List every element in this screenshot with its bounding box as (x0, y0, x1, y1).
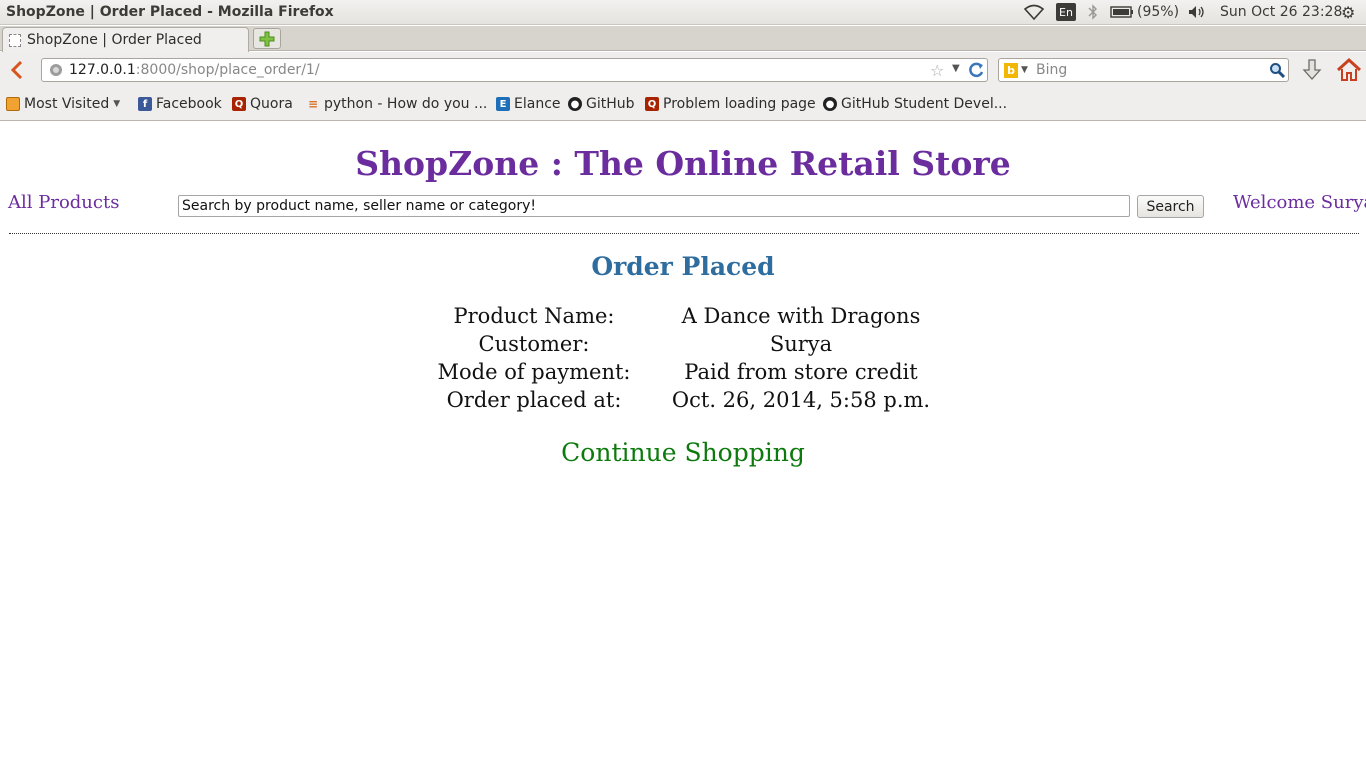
bookmark-label: Facebook (156, 96, 222, 112)
bookmark-facebook[interactable]: f Facebook (138, 96, 222, 112)
plus-icon (259, 31, 275, 46)
battery-percent: (95%) (1137, 4, 1180, 20)
engine-dropdown-icon[interactable]: ▼ (1021, 65, 1028, 75)
detail-value: Oct. 26, 2014, 5:58 p.m. (671, 388, 931, 412)
back-arrow-icon (10, 60, 23, 80)
keyboard-language-indicator[interactable]: En (1056, 3, 1076, 21)
battery-icon (1110, 6, 1133, 18)
order-detail-row: Product Name: A Dance with Dragons (0, 304, 1366, 332)
bookmark-label: python - How do you ... (324, 96, 488, 112)
detail-value: Surya (769, 332, 833, 356)
product-search-input[interactable] (178, 195, 1130, 217)
address-bar[interactable]: 127.0.0.1:8000/shop/place_order/1/ ☆ ▼ (41, 58, 988, 82)
bookmark-problem-loading[interactable]: Q Problem loading page (645, 96, 816, 112)
gear-icon[interactable]: ⚙ (1341, 3, 1359, 22)
order-detail-row: Order placed at: Oct. 26, 2014, 5:58 p.m… (0, 388, 1366, 416)
github-icon: ● (568, 97, 582, 111)
download-icon[interactable] (1300, 58, 1324, 82)
bookmark-star-icon[interactable]: ☆ (930, 61, 944, 80)
navigation-toolbar: 127.0.0.1:8000/shop/place_order/1/ ☆ ▼ b… (0, 52, 1366, 88)
url-host: 127.0.0.1 (69, 62, 136, 78)
stackoverflow-icon: ≡ (307, 97, 319, 111)
search-icon[interactable] (1269, 62, 1285, 78)
globe-icon (50, 64, 62, 76)
bookmark-quora[interactable]: Q Quora (232, 96, 293, 112)
clock[interactable]: Sun Oct 26 23:28 (1220, 3, 1342, 21)
new-tab-button[interactable] (253, 28, 281, 49)
bookmarks-toolbar: Most Visited ▼ f Facebook Q Quora ≡ pyth… (0, 88, 1366, 121)
bookmark-github[interactable]: ● GitHub (568, 96, 635, 112)
order-detail-row: Mode of payment: Paid from store credit (0, 360, 1366, 388)
detail-label: Order placed at: (446, 388, 622, 412)
facebook-icon: f (138, 97, 152, 111)
continue-shopping-link[interactable]: Continue Shopping (561, 438, 805, 467)
detail-value: Paid from store credit (684, 360, 918, 384)
tab-order-placed[interactable]: ShopZone | Order Placed (2, 27, 249, 52)
quora-icon: Q (645, 97, 659, 111)
header-divider (9, 233, 1359, 234)
order-details: Product Name: A Dance with Dragons Custo… (0, 304, 1366, 416)
bookmark-github-student[interactable]: ● GitHub Student Devel... (823, 96, 1007, 112)
chevron-down-icon: ▼ (113, 99, 121, 109)
bluetooth-icon[interactable] (1088, 3, 1100, 21)
detail-label: Product Name: (453, 304, 615, 328)
continue-shopping-container: Continue Shopping (0, 438, 1366, 467)
back-button[interactable] (6, 59, 28, 81)
wifi-icon[interactable] (1024, 3, 1044, 21)
home-icon[interactable] (1336, 57, 1362, 83)
reload-icon[interactable] (967, 61, 985, 79)
detail-value: A Dance with Dragons (681, 304, 921, 328)
most-visited-icon (6, 97, 20, 111)
github-icon: ● (823, 97, 837, 111)
window-title: ShopZone | Order Placed - Mozilla Firefo… (6, 4, 334, 20)
bookmark-label: Problem loading page (663, 96, 816, 112)
quora-icon: Q (232, 97, 246, 111)
bookmark-most-visited[interactable]: Most Visited ▼ (6, 96, 120, 112)
elance-icon: E (496, 97, 510, 111)
volume-icon[interactable] (1187, 3, 1209, 21)
tab-strip: ShopZone | Order Placed (0, 26, 1366, 52)
bookmark-label: Most Visited (24, 96, 110, 112)
bookmark-label: GitHub (586, 96, 635, 112)
url-path: :8000/shop/place_order/1/ (135, 62, 320, 78)
detail-label: Customer: (478, 332, 590, 356)
search-button[interactable]: Search (1137, 195, 1204, 218)
search-engine-bar[interactable]: b ▼ Bing (998, 58, 1289, 82)
detail-label: Mode of payment: (437, 360, 631, 384)
tab-label: ShopZone | Order Placed (27, 32, 202, 48)
welcome-user-link[interactable]: Welcome Surya (1233, 192, 1366, 213)
search-engine-placeholder: Bing (1036, 62, 1068, 78)
bookmark-label: Quora (250, 96, 293, 112)
page-icon (9, 34, 21, 47)
url-text[interactable]: 127.0.0.1:8000/shop/place_order/1/ (69, 62, 320, 78)
bookmark-label: Elance (514, 96, 561, 112)
window-title-bar: ShopZone | Order Placed - Mozilla Firefo… (0, 0, 1366, 25)
battery-indicator[interactable]: (95%) (1110, 3, 1179, 21)
bing-logo-icon[interactable]: b (1004, 63, 1018, 78)
order-detail-row: Customer: Surya (0, 332, 1366, 360)
bookmark-elance[interactable]: E Elance (496, 96, 561, 112)
order-heading: Order Placed (591, 252, 775, 281)
bookmark-label: GitHub Student Devel... (841, 96, 1008, 112)
bookmark-python-stackoverflow[interactable]: ≡ python - How do you ... (306, 96, 487, 112)
all-products-link[interactable]: All Products (8, 192, 119, 213)
page-content: ShopZone : The Online Retail Store All P… (0, 122, 1366, 768)
history-dropdown-icon[interactable]: ▼ (952, 63, 960, 74)
site-title: ShopZone : The Online Retail Store (355, 144, 1011, 183)
